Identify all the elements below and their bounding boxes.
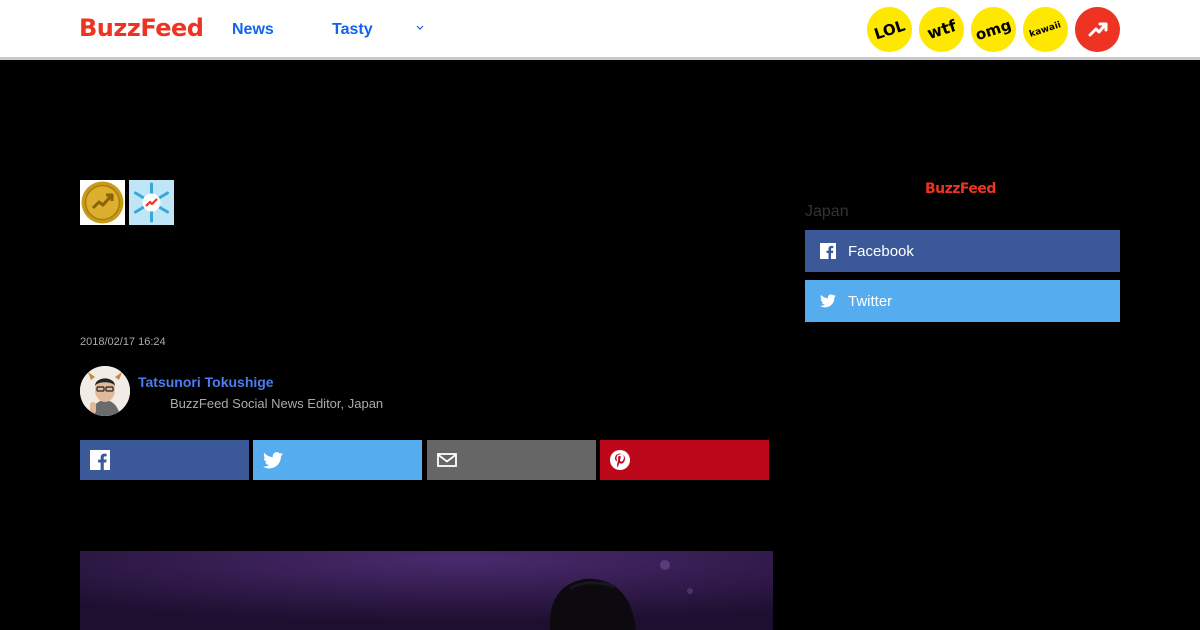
kawaii-badge-label: kawaii bbox=[1028, 19, 1063, 40]
sidebar-buzzfeed-logo[interactable]: BuzzFeed bbox=[925, 181, 996, 197]
facebook-icon bbox=[819, 242, 837, 260]
sidebar-twitter-button[interactable]: Twitter bbox=[805, 280, 1120, 322]
omg-badge-label: omg bbox=[973, 15, 1014, 44]
wtf-badge-label: wtf bbox=[924, 15, 959, 44]
omg-badge-button[interactable]: omg bbox=[971, 7, 1016, 52]
sidebar-facebook-label: Facebook bbox=[848, 242, 914, 260]
email-icon bbox=[437, 453, 457, 467]
chevron-down-icon[interactable] bbox=[414, 22, 426, 34]
publish-timestamp: 2018/02/17 16:24 bbox=[80, 336, 166, 348]
trending-arrow-icon bbox=[1088, 22, 1107, 36]
twitter-icon bbox=[819, 292, 837, 310]
top-navbar: BuzzFeed News Tasty LOL wtf omg kawaii bbox=[0, 0, 1200, 60]
gold-trending-award-icon[interactable] bbox=[80, 180, 125, 225]
nav-tasty-link[interactable]: Tasty bbox=[332, 21, 373, 39]
snowflake-trending-award-icon[interactable] bbox=[129, 180, 174, 225]
nav-news-link[interactable]: News bbox=[232, 21, 274, 39]
share-email-button[interactable] bbox=[427, 440, 596, 480]
trending-button[interactable] bbox=[1075, 7, 1120, 52]
pinterest-icon bbox=[610, 450, 630, 470]
author-role: BuzzFeed Social News Editor, Japan bbox=[170, 396, 384, 411]
sidebar-facebook-button[interactable]: Facebook bbox=[805, 230, 1120, 272]
author-name-link[interactable]: Tatsunori Tokushige bbox=[138, 374, 274, 390]
sidebar-twitter-label: Twitter bbox=[848, 292, 893, 310]
buzzfeed-logo[interactable]: BuzzFeed bbox=[79, 14, 204, 42]
lol-badge-label: LOL bbox=[871, 16, 908, 43]
kawaii-badge-button[interactable]: kawaii bbox=[1023, 7, 1068, 52]
author-avatar[interactable] bbox=[80, 366, 130, 416]
article-hero-image bbox=[80, 551, 773, 630]
sidebar-edition-label: Japan bbox=[805, 203, 849, 220]
share-twitter-button[interactable] bbox=[253, 440, 422, 480]
share-facebook-button[interactable] bbox=[80, 440, 249, 480]
share-pinterest-button[interactable] bbox=[600, 440, 769, 480]
twitter-icon bbox=[263, 451, 283, 468]
wtf-badge-button[interactable]: wtf bbox=[919, 7, 964, 52]
facebook-icon bbox=[90, 450, 110, 470]
lol-badge-button[interactable]: LOL bbox=[867, 7, 912, 52]
